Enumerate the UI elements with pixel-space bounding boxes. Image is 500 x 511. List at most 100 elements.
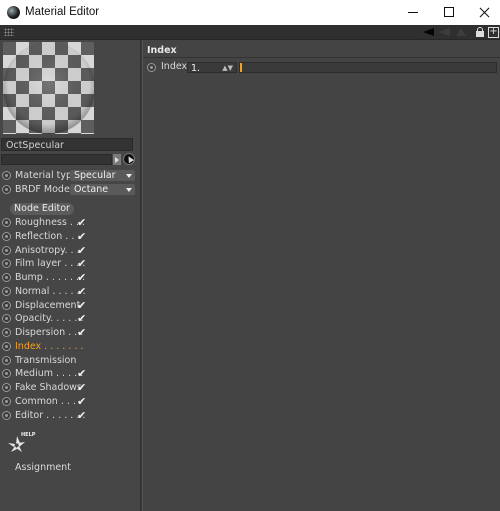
channel-enabled-checkbox[interactable]: ✔ (77, 312, 86, 325)
channel-label-wrap: Dispersion . . . (15, 326, 83, 339)
channel-row[interactable]: Medium . . . . . ✔ (2, 367, 92, 380)
material-type-value: Specular (74, 170, 116, 181)
channel-label-wrap: Index . . . . . . . (15, 340, 83, 353)
channel-enabled-checkbox[interactable]: ✔ (77, 409, 86, 422)
channel-row[interactable]: Displacement ✔ (2, 299, 92, 312)
channel-label-wrap: Bump . . . . . . . (15, 271, 85, 284)
channel-row[interactable]: Editor . . . . . . . ✔ (2, 409, 92, 422)
channel-label: Fake Shadows (15, 382, 82, 393)
animation-radio-icon[interactable] (2, 369, 11, 379)
channel-row[interactable]: Reflection . . . ✔ (2, 230, 92, 243)
channel-row[interactable]: Bump . . . . . . . ✔ (2, 271, 92, 284)
channel-label: Common (15, 395, 58, 407)
brdf-model-label: BRDF Model (15, 184, 73, 195)
channel-row[interactable]: Index . . . . . . . (2, 340, 92, 353)
chevron-down-icon (126, 174, 132, 178)
animation-radio-icon[interactable] (2, 259, 11, 269)
channel-label: Reflection (15, 230, 63, 242)
new-panel-icon[interactable]: + (488, 27, 499, 38)
animation-radio-icon[interactable] (2, 273, 11, 282)
animation-radio-icon[interactable] (2, 300, 11, 310)
channel-label-wrap: Anisotropy. . . (15, 244, 80, 257)
channel-label: Displacement (15, 299, 81, 311)
back-arrow-icon[interactable] (423, 28, 434, 36)
channel-label: Index (15, 340, 42, 352)
channel-label-wrap: Reflection . . . (15, 230, 80, 243)
link-arrow-button[interactable] (113, 154, 121, 165)
channel-row[interactable]: Fake Shadows ✔ (2, 381, 92, 394)
channel-enabled-checkbox[interactable]: ✔ (77, 271, 86, 284)
minimize-button[interactable] (395, 0, 431, 25)
channel-row[interactable]: Common . . . . ✔ (2, 395, 92, 408)
animation-radio-icon[interactable] (2, 171, 11, 180)
animation-radio-icon[interactable] (2, 396, 11, 406)
node-editor-button[interactable]: Node Editor (10, 203, 74, 215)
animation-radio-icon[interactable] (2, 314, 11, 324)
animation-radio-icon[interactable] (2, 355, 11, 365)
animation-radio-icon[interactable] (2, 341, 11, 351)
channel-label: Editor (15, 409, 44, 421)
animation-radio-icon[interactable] (147, 63, 156, 72)
material-sidebar: OctSpecular Material type Specular BRDF … (0, 40, 140, 511)
channel-label-wrap: Opacity. . . . . . (15, 312, 83, 325)
channel-enabled-checkbox[interactable]: ✔ (77, 230, 86, 243)
drag-grip-icon[interactable] (4, 28, 14, 36)
group-title: Index (147, 45, 177, 56)
slider-knob[interactable] (240, 63, 242, 72)
channel-row[interactable]: Roughness . . . ✔ (2, 216, 92, 229)
channel-row[interactable]: Dispersion . . . ✔ (2, 326, 92, 339)
lock-icon[interactable] (476, 27, 484, 37)
animation-radio-icon[interactable] (2, 231, 11, 241)
channel-enabled-checkbox[interactable]: ✔ (77, 285, 86, 298)
channel-row[interactable]: Transmission (2, 354, 92, 367)
animation-radio-icon[interactable] (2, 383, 11, 392)
channel-label-wrap: Fake Shadows (15, 381, 82, 394)
channel-row[interactable]: Anisotropy. . . ✔ (2, 244, 92, 257)
channel-enabled-checkbox[interactable]: ✔ (77, 326, 86, 339)
octane-help-icon[interactable]: HELP (5, 430, 37, 456)
maximize-button[interactable] (431, 0, 467, 25)
channel-enabled-checkbox[interactable]: ✔ (77, 244, 86, 257)
channel-label-wrap: Transmission (15, 354, 76, 367)
animation-radio-icon[interactable] (2, 410, 11, 420)
channel-enabled-checkbox[interactable]: ✔ (77, 395, 86, 408)
cinema4d-app-icon (7, 6, 20, 19)
pick-cursor-icon[interactable] (123, 153, 135, 165)
index-slider[interactable] (239, 62, 497, 73)
brdf-model-value: Octane (74, 184, 109, 195)
forward-arrow-icon[interactable] (439, 28, 450, 36)
material-name-field[interactable]: OctSpecular (1, 138, 133, 151)
up-arrow-icon[interactable] (456, 28, 466, 36)
channel-row[interactable]: Opacity. . . . . . ✔ (2, 312, 92, 325)
channel-enabled-checkbox[interactable]: ✔ (77, 257, 86, 270)
spinner-arrows-icon[interactable]: ▲▼ (222, 63, 233, 74)
brdf-model-dropdown[interactable]: Octane (70, 184, 135, 195)
channel-label: Film layer (15, 258, 62, 270)
channel-enabled-checkbox[interactable]: ✔ (77, 216, 86, 229)
animation-radio-icon[interactable] (2, 185, 11, 194)
channel-row[interactable]: Film layer . . . . ✔ (2, 257, 92, 270)
channel-label: Medium (15, 368, 53, 380)
animation-radio-icon[interactable] (2, 286, 11, 296)
material-type-dropdown[interactable]: Specular (70, 170, 135, 181)
channel-enabled-checkbox[interactable]: ✔ (77, 381, 86, 394)
animation-radio-icon[interactable] (2, 218, 11, 227)
channel-label: Opacity (15, 313, 51, 325)
channel-label: Dispersion (15, 327, 66, 338)
material-preview-image (3, 42, 94, 134)
channel-row[interactable]: Normal . . . . . . ✔ (2, 285, 92, 298)
close-button[interactable] (466, 0, 500, 25)
assignment-tab[interactable]: Assignment (15, 462, 71, 473)
index-value: 1. (191, 63, 201, 74)
animation-radio-icon[interactable] (2, 328, 11, 337)
channel-enabled-checkbox[interactable]: ✔ (77, 299, 86, 312)
help-label: HELP (21, 432, 36, 438)
link-field[interactable] (1, 154, 112, 165)
channel-enabled-checkbox[interactable]: ✔ (77, 367, 86, 380)
attributes-panel: Index Index 1. ▲▼ (143, 40, 500, 511)
material-type-label: Material type (15, 170, 78, 181)
channel-label-wrap: Roughness . . . (15, 216, 85, 229)
animation-radio-icon[interactable] (2, 245, 11, 255)
index-value-field[interactable]: 1. ▲▼ (187, 62, 237, 74)
channel-label-wrap: Medium . . . . . (15, 367, 83, 380)
